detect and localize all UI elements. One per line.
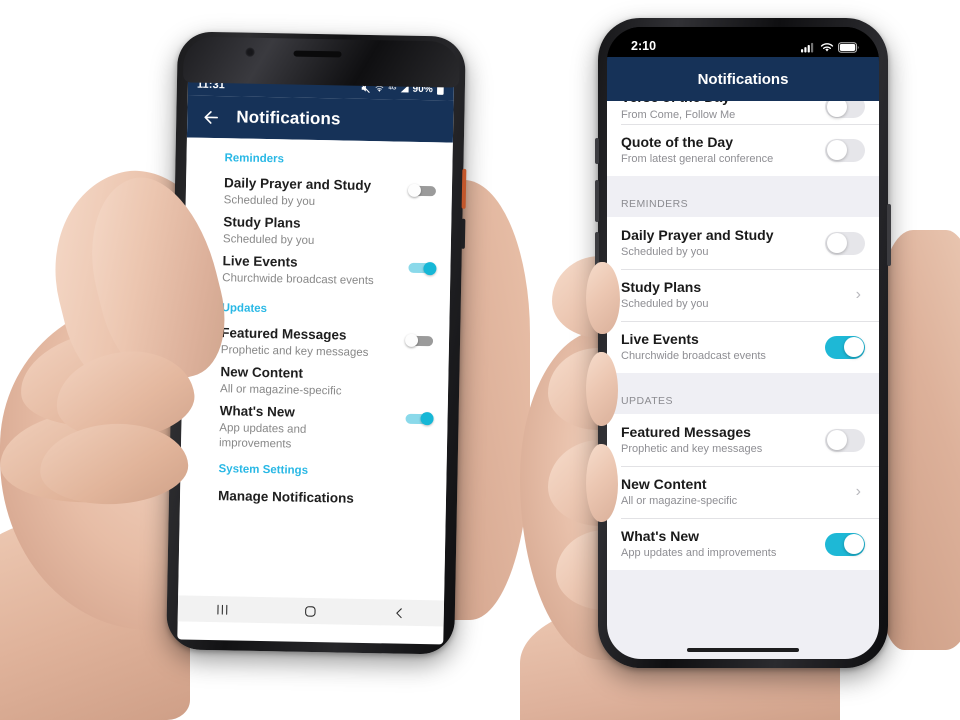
iphone-screen: 2:10 Notifications From Come, Follow Me … [607,27,879,659]
toggle-quote-of-the-day[interactable] [825,138,865,162]
iphone-device: 2:10 Notifications From Come, Follow Me … [595,18,891,668]
row-subtitle: Prophetic and key messages [220,344,369,360]
iphone-group-top: Verse of the Day From Come, Follow Me Qu… [607,101,879,177]
row-subtitle: Prophetic and key messages [621,443,763,456]
android-volume-button[interactable] [460,218,466,249]
row-subtitle: Scheduled by you [222,232,315,247]
toggle-verse-of-the-day[interactable] [825,101,865,118]
android-screen: 11:31 4G 90% Notifications Reminders Dai… [177,73,455,645]
iphone-row-quote-of-the-day[interactable]: Quote of the Day From latest general con… [607,124,879,177]
iphone-section-header-reminders: REMINDERS [607,176,879,218]
android-power-button[interactable] [461,168,467,209]
row-title: Featured Messages [621,424,751,441]
back-arrow-icon[interactable] [201,107,220,126]
iphone-volume-up-button[interactable] [595,180,599,222]
row-subtitle: Churchwide broadcast events [222,271,374,287]
toggle-live-events[interactable] [825,335,865,359]
row-subtitle: Churchwide broadcast events [621,350,766,363]
row-subtitle: From Come, Follow Me [621,108,736,121]
android-settings-list[interactable]: Reminders Daily Prayer and Study Schedul… [178,137,453,601]
toggle-featured-messages[interactable] [404,334,435,348]
row-title: Live Events [222,252,298,270]
iphone-row-daily-prayer-and-study[interactable]: Daily Prayer and Study Scheduled by you [607,217,879,270]
iphone-group-reminders: Daily Prayer and Study Scheduled by you … [607,217,879,374]
row-subtitle: Scheduled by you [621,246,709,259]
android-page-title: Notifications [236,107,341,129]
row-title: Featured Messages [221,325,347,344]
toggle-featured-messages[interactable] [825,428,865,452]
row-title: Manage Notifications [217,487,354,506]
android-row-new-content[interactable]: New Content All or magazine-specific [182,361,449,405]
iphone-row-study-plans[interactable]: Study Plans Scheduled by you › [607,269,879,322]
row-subtitle: Scheduled by you [223,194,316,208]
android-row-whats-new[interactable]: What's New App updates and improvements [181,399,448,458]
iphone-nav-bar: Notifications [607,57,879,101]
android-row-live-events[interactable]: Live Events Churchwide broadcast events [184,249,451,293]
iphone-power-button[interactable] [887,204,891,266]
android-section-header-reminders: Reminders [224,152,285,166]
iphone-section-header-updates: UPDATES [607,373,879,415]
chevron-right-icon: › [855,483,861,501]
iphone-row-new-content[interactable]: New Content All or magazine-specific › [607,466,879,519]
iphone-row-verse-of-the-day[interactable]: Verse of the Day From Come, Follow Me [607,101,879,124]
iphone-row-featured-messages[interactable]: Featured Messages Prophetic and key mess… [607,414,879,467]
iphone-row-whats-new[interactable]: What's New App updates and improvements [607,518,879,571]
toggle-whats-new[interactable] [403,412,434,426]
scene-canvas: 11:31 4G 90% Notifications Reminders Dai… [0,0,960,720]
row-subtitle: Scheduled by you [621,298,709,311]
row-title: Daily Prayer and Study [223,175,372,194]
android-row-manage-notifications[interactable]: Manage Notifications [180,482,447,521]
chevron-right-icon: › [855,286,861,304]
android-row-study-plans[interactable]: Study Plans Scheduled by you [185,210,452,254]
android-section-header-updates: Updates [221,302,268,316]
wifi-icon [820,43,834,52]
row-title: New Content [621,476,707,493]
toggle-daily-prayer-and-study[interactable] [407,183,438,198]
toggle-whats-new[interactable] [825,532,865,556]
recents-icon[interactable] [215,602,230,617]
row-subtitle: App updates and improvements [621,547,777,560]
iphone-status-bar: 2:10 [607,27,879,57]
iphone-mute-switch[interactable] [595,138,599,164]
iphone-settings-list[interactable]: Verse of the Day From Come, Follow Me Qu… [607,101,879,659]
row-title: Quote of the Day [621,134,734,150]
android-phone-device: 11:31 4G 90% Notifications Reminders Dai… [166,31,467,655]
row-title: Study Plans [621,279,702,296]
iphone-clock: 2:10 [631,39,657,53]
iphone-group-updates: Featured Messages Prophetic and key mess… [607,414,879,571]
android-top-bezel [182,36,460,88]
row-subtitle: All or magazine-specific [219,383,342,398]
android-app-bar: Notifications [186,95,454,143]
android-row-featured-messages[interactable]: Featured Messages Prophetic and key mess… [183,322,450,366]
iphone-row-live-events[interactable]: Live Events Churchwide broadcast events [607,321,879,374]
iphone-volume-down-button[interactable] [595,232,599,274]
row-title: What's New [219,403,296,420]
row-subtitle: All or magazine-specific [621,495,738,508]
row-title: Verse of the Day [621,101,825,107]
battery-icon [838,42,859,53]
row-subtitle: From latest general conference [621,153,774,166]
toggle-live-events[interactable] [406,261,437,275]
signal-icon [801,42,814,53]
row-title: Live Events [621,331,699,348]
android-row-daily-prayer-and-study[interactable]: Daily Prayer and Study Scheduled by you [186,171,453,215]
row-title: What's New [621,528,700,545]
android-navigation-bar [177,595,445,627]
toggle-daily-prayer-and-study[interactable] [825,231,865,255]
row-subtitle: App updates and improvements [218,422,307,451]
back-icon[interactable] [392,605,407,620]
home-icon[interactable] [303,603,318,618]
earpiece-speaker [293,50,342,58]
iphone-home-indicator[interactable] [687,648,799,652]
iphone-page-title: Notifications [697,70,789,88]
row-title: Daily Prayer and Study [621,227,774,244]
